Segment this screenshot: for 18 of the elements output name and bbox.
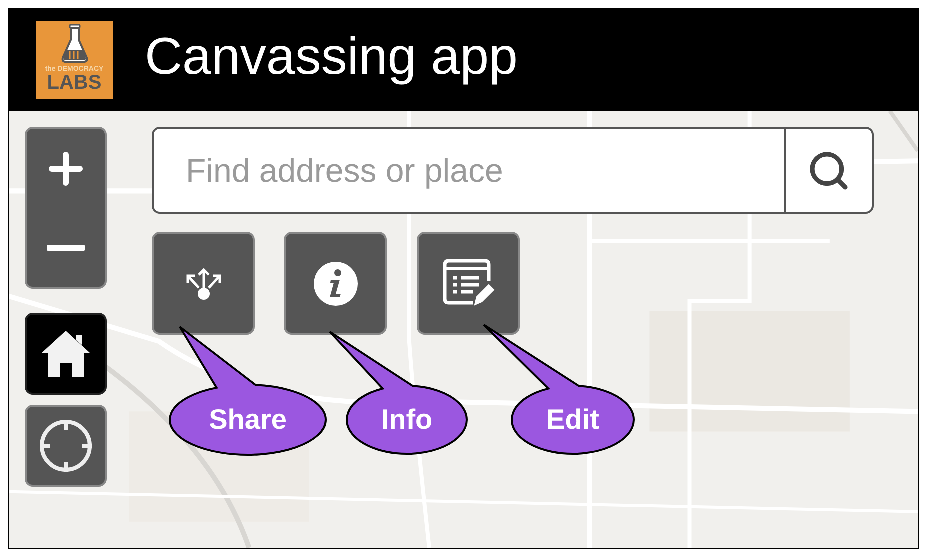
search-button[interactable]	[786, 127, 874, 214]
home-icon	[40, 329, 92, 379]
minus-icon	[47, 244, 85, 250]
flask-icon	[60, 24, 88, 64]
home-button[interactable]	[25, 313, 107, 395]
info-icon	[312, 260, 358, 306]
callout-label: Edit	[546, 406, 600, 434]
info-button[interactable]	[284, 232, 387, 335]
callout-label: Share	[209, 406, 287, 434]
edit-icon	[442, 258, 494, 308]
edit-button[interactable]	[417, 232, 520, 335]
locate-icon	[38, 418, 94, 474]
locate-button[interactable]	[25, 405, 107, 487]
search-field[interactable]: Find address or place	[152, 127, 786, 214]
callout-label: Info	[381, 406, 433, 434]
share-button[interactable]	[152, 232, 255, 335]
logo-text: LABS	[47, 73, 102, 93]
app-title: Canvassing app	[145, 31, 518, 88]
